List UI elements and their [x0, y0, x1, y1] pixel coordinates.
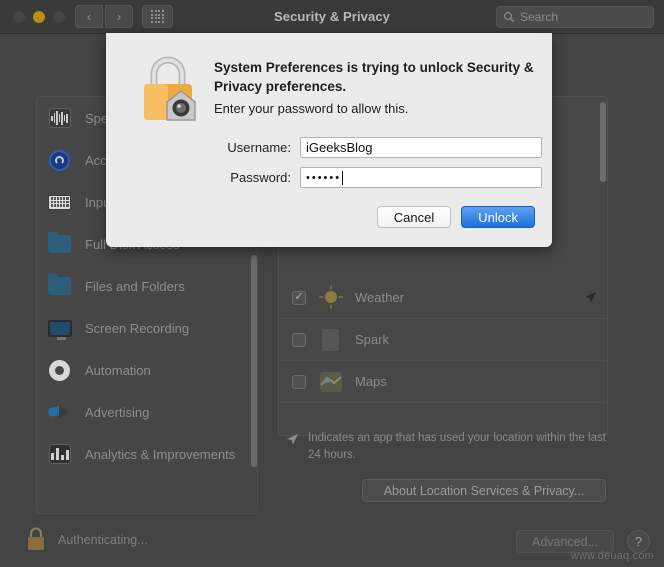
- sidebar-item-label: Advertising: [85, 404, 150, 420]
- authentication-status-text: Authenticating...: [58, 533, 148, 547]
- megaphone-icon: [46, 401, 73, 423]
- watermark-text: www.deuaq.com: [570, 550, 654, 562]
- sidebar-item-screen-recording[interactable]: Screen Recording: [37, 307, 257, 349]
- app-name: Maps: [355, 374, 387, 389]
- unlock-button[interactable]: Unlock: [461, 206, 535, 228]
- window-bottom-bar: Authenticating... Advanced... ? www.deua…: [0, 514, 664, 567]
- username-input[interactable]: iGeeksBlog: [300, 137, 542, 158]
- display-icon: [46, 317, 73, 340]
- footnote-text: Indicates an app that has used your loca…: [308, 432, 606, 461]
- gear-icon: [46, 359, 73, 381]
- sidebar-item-label: Analytics & Improvements: [85, 446, 236, 462]
- keyboard-icon: [46, 191, 73, 213]
- sidebar-scrollbar[interactable]: [251, 255, 257, 467]
- username-value: iGeeksBlog: [306, 140, 373, 155]
- folder-icon: [46, 274, 73, 297]
- sidebar-item-analytics-improvements[interactable]: Analytics & Improvements: [37, 433, 257, 475]
- padlock-with-badge-icon: [144, 56, 196, 121]
- bar-chart-icon: [46, 443, 73, 465]
- dialog-subtitle: Enter your password to allow this.: [214, 101, 409, 116]
- search-icon: [503, 11, 515, 23]
- spark-app-icon: [322, 328, 339, 351]
- search-placeholder: Search: [520, 10, 559, 24]
- about-location-services-button[interactable]: About Location Services & Privacy...: [362, 479, 606, 502]
- sidebar-item-advertising[interactable]: Advertising: [37, 391, 257, 433]
- sidebar-item-files-and-folders[interactable]: Files and Folders: [37, 265, 257, 307]
- dialog-title: System Preferences is trying to unlock S…: [214, 60, 534, 95]
- cancel-button[interactable]: Cancel: [376, 206, 452, 228]
- dialog-buttons: Cancel Unlock: [376, 206, 535, 228]
- password-input[interactable]: ••••••: [300, 167, 542, 188]
- maps-app-icon: [320, 371, 342, 392]
- sidebar-item-label: Screen Recording: [85, 320, 190, 336]
- sidebar-item-label: Files and Folders: [85, 278, 185, 294]
- waveform-icon: [46, 107, 73, 129]
- search-field[interactable]: Search: [496, 6, 654, 28]
- password-row: Password: ••••••: [214, 167, 542, 188]
- table-row[interactable]: Maps: [279, 361, 607, 403]
- table-row[interactable]: Spark: [279, 319, 607, 361]
- app-name: Spark: [355, 332, 389, 347]
- app-list-scrollbar[interactable]: [600, 102, 606, 182]
- app-checkbox[interactable]: ✓: [292, 290, 306, 305]
- app-checkbox[interactable]: [292, 332, 306, 347]
- table-row[interactable]: ✓ Weather: [279, 277, 607, 319]
- accessibility-icon: [46, 149, 73, 171]
- username-label: Username:: [227, 140, 291, 155]
- window-titlebar: ‹ › Security & Privacy Search: [0, 0, 664, 34]
- sidebar-item-automation[interactable]: Automation: [37, 349, 257, 391]
- authentication-dialog[interactable]: System Preferences is trying to unlock S…: [106, 33, 552, 247]
- folder-icon: [46, 232, 73, 255]
- password-masked-value: ••••••: [306, 171, 342, 184]
- app-checkbox[interactable]: [292, 374, 306, 389]
- app-name: Weather: [355, 290, 404, 305]
- lock-closed-icon[interactable]: [24, 526, 48, 552]
- location-usage-footnote: Indicates an app that has used your loca…: [286, 430, 606, 463]
- weather-app-icon: [319, 284, 343, 309]
- sidebar-item-label: Automation: [85, 362, 151, 378]
- location-arrow-icon: [584, 291, 597, 303]
- location-arrow-icon: [286, 433, 299, 445]
- system-preferences-window: ‹ › Security & Privacy Search Input Full…: [0, 0, 664, 567]
- username-row: Username: iGeeksBlog: [214, 137, 542, 158]
- text-caret: [342, 170, 344, 185]
- password-label: Password:: [230, 170, 291, 185]
